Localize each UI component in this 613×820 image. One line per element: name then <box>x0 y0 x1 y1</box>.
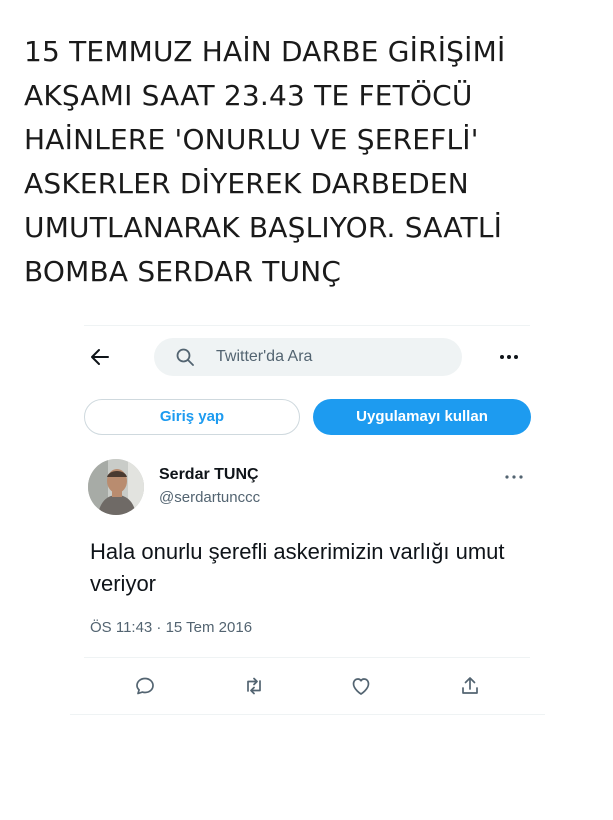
retweet-icon[interactable] <box>242 674 266 698</box>
more-horizontal-icon[interactable] <box>502 469 526 485</box>
bottom-divider <box>70 714 545 715</box>
headline-line: 15 TEMMUZ HAİN DARBE GİRİŞİMİ <box>24 35 506 68</box>
tweet-screenshot: Twitter'da Ara Giriş yap Uygulamayı kull… <box>70 325 545 720</box>
avatar[interactable] <box>88 459 144 515</box>
author-name[interactable]: Serdar TUNÇ <box>159 466 259 484</box>
top-bar: Twitter'da Ara <box>70 337 545 377</box>
search-input[interactable]: Twitter'da Ara <box>154 338 462 376</box>
top-divider <box>84 325 530 326</box>
tweet-text: Hala onurlu şerefli askerimizin varlığı … <box>90 539 505 596</box>
more-horizontal-icon[interactable] <box>496 345 522 369</box>
headline-line: UMUTLANARAK BAŞLIYOR. SAATLİ <box>24 211 503 244</box>
reply-icon[interactable] <box>133 674 157 698</box>
search-icon <box>176 348 194 366</box>
author-handle[interactable]: @serdartunccc <box>159 489 260 506</box>
headline-line: ASKERLER DİYEREK DARBEDEN <box>24 167 469 200</box>
headline-line: BOMBA SERDAR TUNÇ <box>24 255 342 288</box>
search-placeholder: Twitter'da Ara <box>216 348 313 365</box>
tweet-timestamp[interactable]: ÖS 11:43 · 15 Tem 2016 <box>90 619 252 636</box>
headline-line: AKŞAMI SAAT 23.43 TE FETÖCÜ <box>24 79 473 112</box>
like-icon[interactable] <box>349 674 373 698</box>
share-icon[interactable] <box>458 674 482 698</box>
headline-line: HAİNLERE 'ONURLU VE ŞEREFLİ' <box>24 123 479 156</box>
headline-caption: 15 TEMMUZ HAİN DARBE GİRİŞİMİ AKŞAMI SAA… <box>24 30 594 294</box>
use-app-button[interactable]: Uygulamayı kullan <box>313 399 531 435</box>
actions-divider <box>84 657 530 658</box>
login-button[interactable]: Giriş yap <box>84 399 300 435</box>
arrow-left-icon[interactable] <box>88 345 112 369</box>
